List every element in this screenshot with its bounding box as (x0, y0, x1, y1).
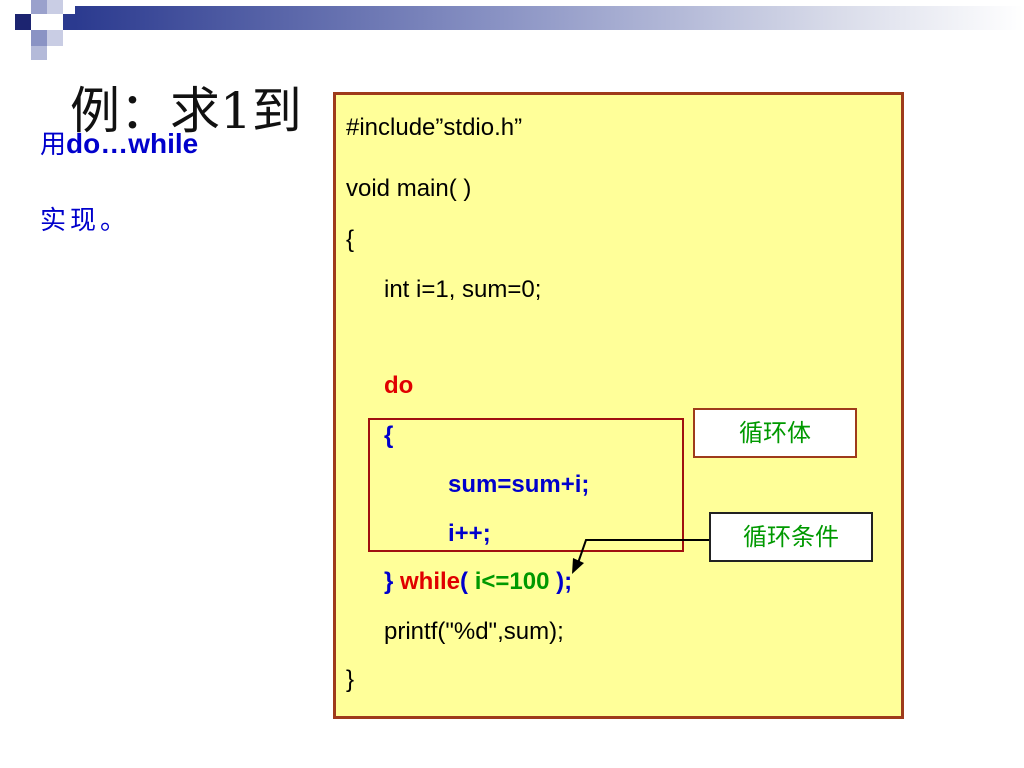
condition-arrow (572, 539, 709, 574)
